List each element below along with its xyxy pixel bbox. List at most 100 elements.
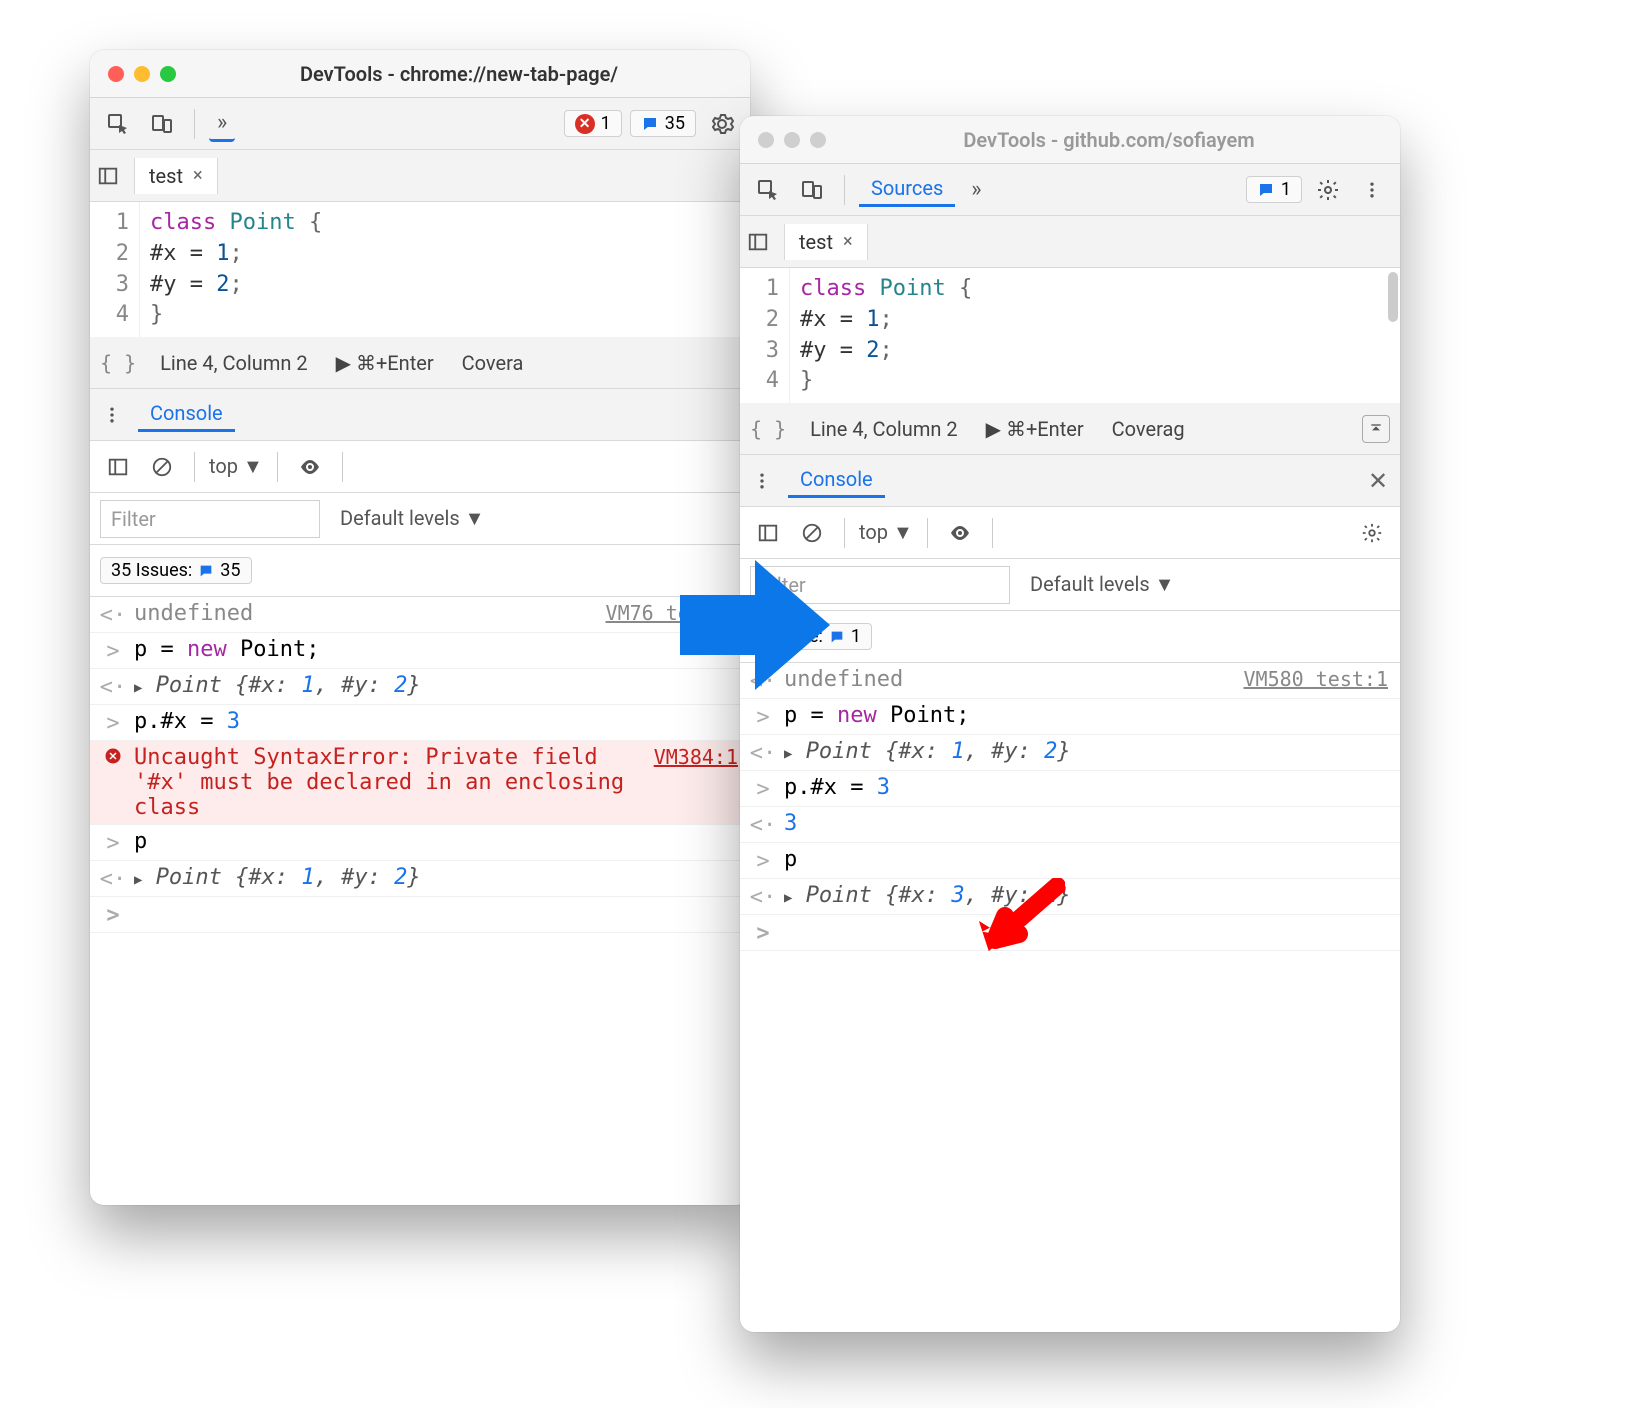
issues-row: 35 Issues: 35 <box>90 545 750 597</box>
errors-badge[interactable]: ✕ 1 <box>564 110 622 137</box>
tabs-expand-button[interactable]: » <box>209 106 235 142</box>
log-levels-selector[interactable]: Default levels ▼ <box>1030 572 1174 597</box>
drawer-menu-icon[interactable] <box>744 463 780 499</box>
titlebar[interactable]: DevTools - chrome://new-tab-page/ <box>90 50 750 98</box>
console-toolbar: top ▼ <box>740 507 1400 559</box>
console-sidebar-toggle-icon[interactable] <box>750 515 786 551</box>
minimize-window-dot[interactable] <box>784 132 800 148</box>
minimize-window-dot[interactable] <box>134 66 150 82</box>
editor-status-bar: { } Line 4, Column 2 ▶ ⌘+Enter Covera <box>90 337 750 389</box>
window-title: DevTools - github.com/sofiayem <box>836 128 1382 152</box>
log-levels-selector[interactable]: Default levels ▼ <box>340 506 484 531</box>
console-output-line: <· undefined VM76 test:1 <box>90 597 750 633</box>
tab-name: test <box>149 164 183 188</box>
source-link[interactable]: VM580 test:1 <box>1244 667 1389 691</box>
console-filter-row: Filter Default levels ▼ <box>740 559 1400 611</box>
code-editor[interactable]: 1 2 3 4 class Point { #x = 1; #y = 2; } <box>90 202 750 337</box>
console-input-line: >p <box>90 825 750 861</box>
console-output-line: <· ▶ Point {#x: 1, #y: 2} <box>90 861 750 897</box>
tab-name: test <box>799 230 833 254</box>
console-output-line: <· ▶ Point {#x: 3, #y: 2} <box>740 879 1400 915</box>
drawer-tabs: Console <box>90 389 750 441</box>
inspect-element-icon[interactable] <box>100 106 136 142</box>
cursor-position: Line 4, Column 2 <box>160 351 307 375</box>
issues-pill[interactable]: 35 Issues: 35 <box>100 557 252 584</box>
main-toolbar: Sources » 1 <box>740 164 1400 216</box>
messages-count: 35 <box>665 113 685 134</box>
device-toggle-icon[interactable] <box>144 106 180 142</box>
window-title: DevTools - chrome://new-tab-page/ <box>186 62 732 86</box>
console-log[interactable]: <· undefined VM76 test:1 > p = new Point… <box>90 597 750 1205</box>
console-log[interactable]: <· undefined VM580 test:1 > p = new Poin… <box>740 663 1400 1332</box>
message-icon <box>198 563 214 579</box>
messages-badge[interactable]: 1 <box>1246 176 1302 203</box>
messages-badge[interactable]: 35 <box>630 110 696 137</box>
console-prompt[interactable]: > <box>90 897 750 933</box>
sources-nav-toggle-icon[interactable] <box>90 158 126 194</box>
settings-gear-icon[interactable] <box>704 106 740 142</box>
console-filter-row: Filter Default levels ▼ <box>90 493 750 545</box>
maximize-window-dot[interactable] <box>810 132 826 148</box>
console-input-line: > p = new Point; <box>740 699 1400 735</box>
separator <box>277 452 278 482</box>
run-snippet-button[interactable]: ▶ ⌘+Enter <box>336 351 434 375</box>
live-expression-icon[interactable] <box>942 515 978 551</box>
live-expression-icon[interactable] <box>292 449 328 485</box>
more-menu-icon[interactable] <box>1354 172 1390 208</box>
editor-tab-test[interactable]: test × <box>134 158 218 194</box>
devtools-window-right: DevTools - github.com/sofiayem Sources »… <box>740 116 1400 1332</box>
coverage-button[interactable]: Coverag <box>1112 417 1185 441</box>
code-editor[interactable]: 1 2 3 4 class Point { #x = 1; #y = 2; } <box>740 268 1400 403</box>
drawer-tab-console[interactable]: Console <box>788 463 885 498</box>
pretty-print-button[interactable]: { } <box>100 351 136 375</box>
expand-drawer-icon[interactable] <box>1362 415 1390 443</box>
console-settings-gear-icon[interactable] <box>1354 515 1390 551</box>
separator <box>992 518 993 548</box>
tab-close-icon[interactable]: × <box>843 231 853 252</box>
issues-count: 35 <box>220 560 240 581</box>
separator <box>194 109 195 139</box>
tabs-expand-button[interactable]: » <box>963 172 989 208</box>
console-prompt[interactable]: > <box>740 915 1400 951</box>
panel-tab-sources[interactable]: Sources <box>859 172 955 207</box>
pretty-print-button[interactable]: { } <box>750 417 786 441</box>
titlebar[interactable]: DevTools - github.com/sofiayem <box>740 116 1400 164</box>
transition-arrow-icon <box>680 555 830 695</box>
context-selector[interactable]: top ▼ <box>209 454 263 479</box>
settings-gear-icon[interactable] <box>1310 172 1346 208</box>
filter-input[interactable]: Filter <box>100 500 320 538</box>
close-drawer-icon[interactable]: ✕ <box>1360 463 1396 499</box>
vertical-scrollbar[interactable] <box>1388 272 1398 322</box>
message-icon <box>829 629 845 645</box>
device-toggle-icon[interactable] <box>794 172 830 208</box>
console-input-line: > p = new Point; <box>90 633 750 669</box>
editor-tabs-row: test × <box>90 150 750 202</box>
separator <box>844 518 845 548</box>
context-selector[interactable]: top ▼ <box>859 520 913 545</box>
coverage-button[interactable]: Covera <box>462 351 524 375</box>
clear-console-icon[interactable] <box>144 449 180 485</box>
editor-tab-test[interactable]: test × <box>784 224 868 260</box>
sources-nav-toggle-icon[interactable] <box>740 224 776 260</box>
clear-console-icon[interactable] <box>794 515 830 551</box>
drawer-tab-console[interactable]: Console <box>138 397 235 432</box>
drawer-menu-icon[interactable] <box>94 397 130 433</box>
separator <box>844 175 845 205</box>
source-link[interactable]: VM384:1 <box>654 745 738 769</box>
traffic-lights[interactable] <box>758 132 826 148</box>
close-window-dot[interactable] <box>108 66 124 82</box>
console-output-line: <· 3 <box>740 807 1400 843</box>
maximize-window-dot[interactable] <box>160 66 176 82</box>
console-error-line: Uncaught SyntaxError: Private field '#x'… <box>90 741 750 825</box>
run-snippet-button[interactable]: ▶ ⌘+Enter <box>986 417 1084 441</box>
tab-close-icon[interactable]: × <box>193 165 203 186</box>
code-content[interactable]: class Point { #x = 1; #y = 2; } <box>790 268 982 403</box>
traffic-lights[interactable] <box>108 66 176 82</box>
cursor-position: Line 4, Column 2 <box>810 417 957 441</box>
annotation-arrow-icon <box>975 878 1065 958</box>
inspect-element-icon[interactable] <box>750 172 786 208</box>
console-sidebar-toggle-icon[interactable] <box>100 449 136 485</box>
code-content[interactable]: class Point { #x = 1; #y = 2; } <box>140 202 332 337</box>
close-window-dot[interactable] <box>758 132 774 148</box>
message-icon <box>1257 181 1275 199</box>
